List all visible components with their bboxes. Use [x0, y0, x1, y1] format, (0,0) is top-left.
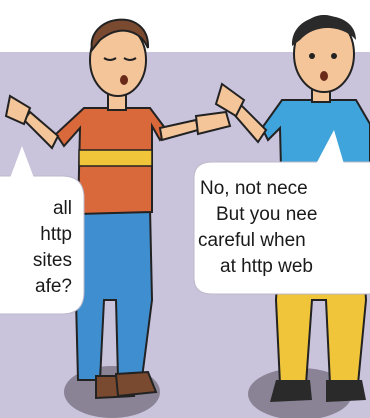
right-eye-1 — [309, 53, 315, 59]
right-bubble-line-4: at http web — [220, 256, 313, 277]
right-bubble-line-2: But you nee — [216, 204, 318, 225]
right-bubble-line-3: careful when — [198, 230, 306, 251]
right-shoe-2 — [326, 380, 366, 402]
right-mouth — [320, 71, 328, 81]
right-bubble-text: No, not nece But you nee careful when at… — [198, 176, 370, 280]
right-eye-2 — [331, 53, 337, 59]
right-bubble-line-1: No, not nece — [200, 178, 308, 199]
left-bubble-line-1: all — [52, 198, 72, 219]
left-bubble-text: all http sites afe? — [0, 196, 72, 300]
left-bubble-line-4: afe? — [35, 276, 72, 297]
left-mouth — [120, 75, 128, 85]
left-bubble-line-3: sites — [32, 250, 72, 271]
left-bubble-line-2: http — [40, 224, 72, 245]
left-shirt-stripe — [78, 149, 153, 167]
comic-scene: all http sites afe? No, not nece But you… — [0, 0, 370, 418]
left-shoe-2 — [114, 370, 158, 398]
right-shoe-1 — [270, 380, 312, 402]
